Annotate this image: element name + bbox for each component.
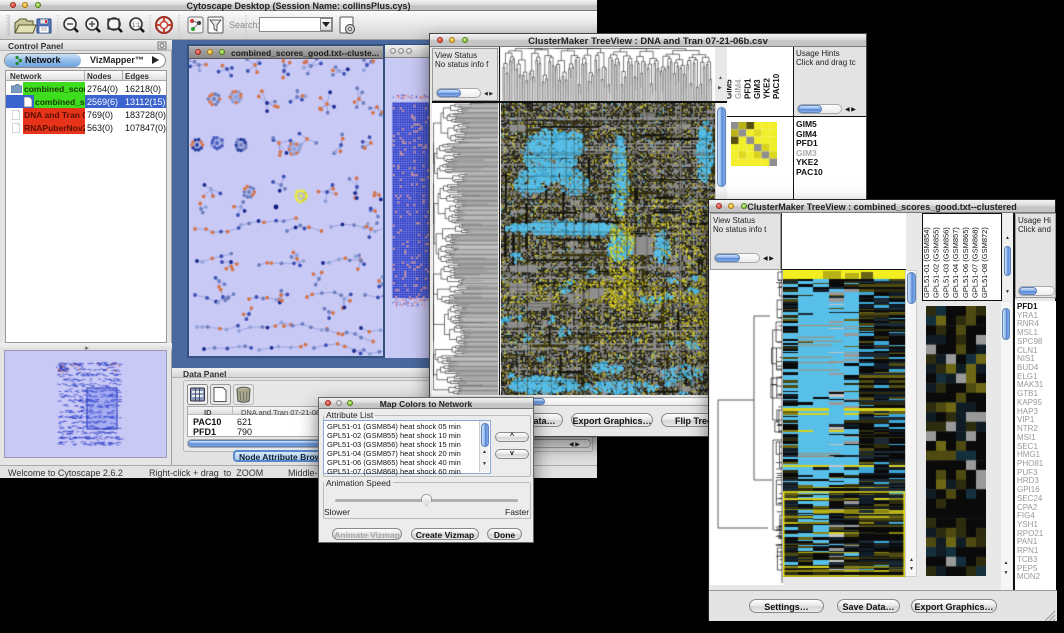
svg-text:PAC10: PAC10 [772, 73, 781, 99]
svg-text:GPL51-07 (GSM868): GPL51-07 (GSM868) [971, 227, 980, 298]
svg-text:GIM3: GIM3 [753, 79, 762, 99]
svg-text:GPL51-06 (GSM865): GPL51-06 (GSM865) [961, 227, 970, 298]
svg-text:YKE2: YKE2 [763, 78, 772, 99]
svg-text:1:1: 1:1 [132, 23, 141, 29]
svg-text:GPL51-08 (GSM872): GPL51-08 (GSM872) [980, 227, 989, 298]
svg-text:GPL51-04 (GSM857): GPL51-04 (GSM857) [951, 227, 960, 298]
svg-text:GPL51-03 (GSM856): GPL51-03 (GSM856) [941, 227, 950, 298]
svg-text:GIM4: GIM4 [734, 79, 743, 99]
svg-text:GPL51-02 (GSM855): GPL51-02 (GSM855) [932, 227, 941, 298]
svg-text:PFD1: PFD1 [744, 78, 753, 99]
svg-text:GIM5: GIM5 [727, 79, 734, 99]
svg-text:GPL51-01 (GSM854): GPL51-01 (GSM854) [922, 227, 931, 298]
